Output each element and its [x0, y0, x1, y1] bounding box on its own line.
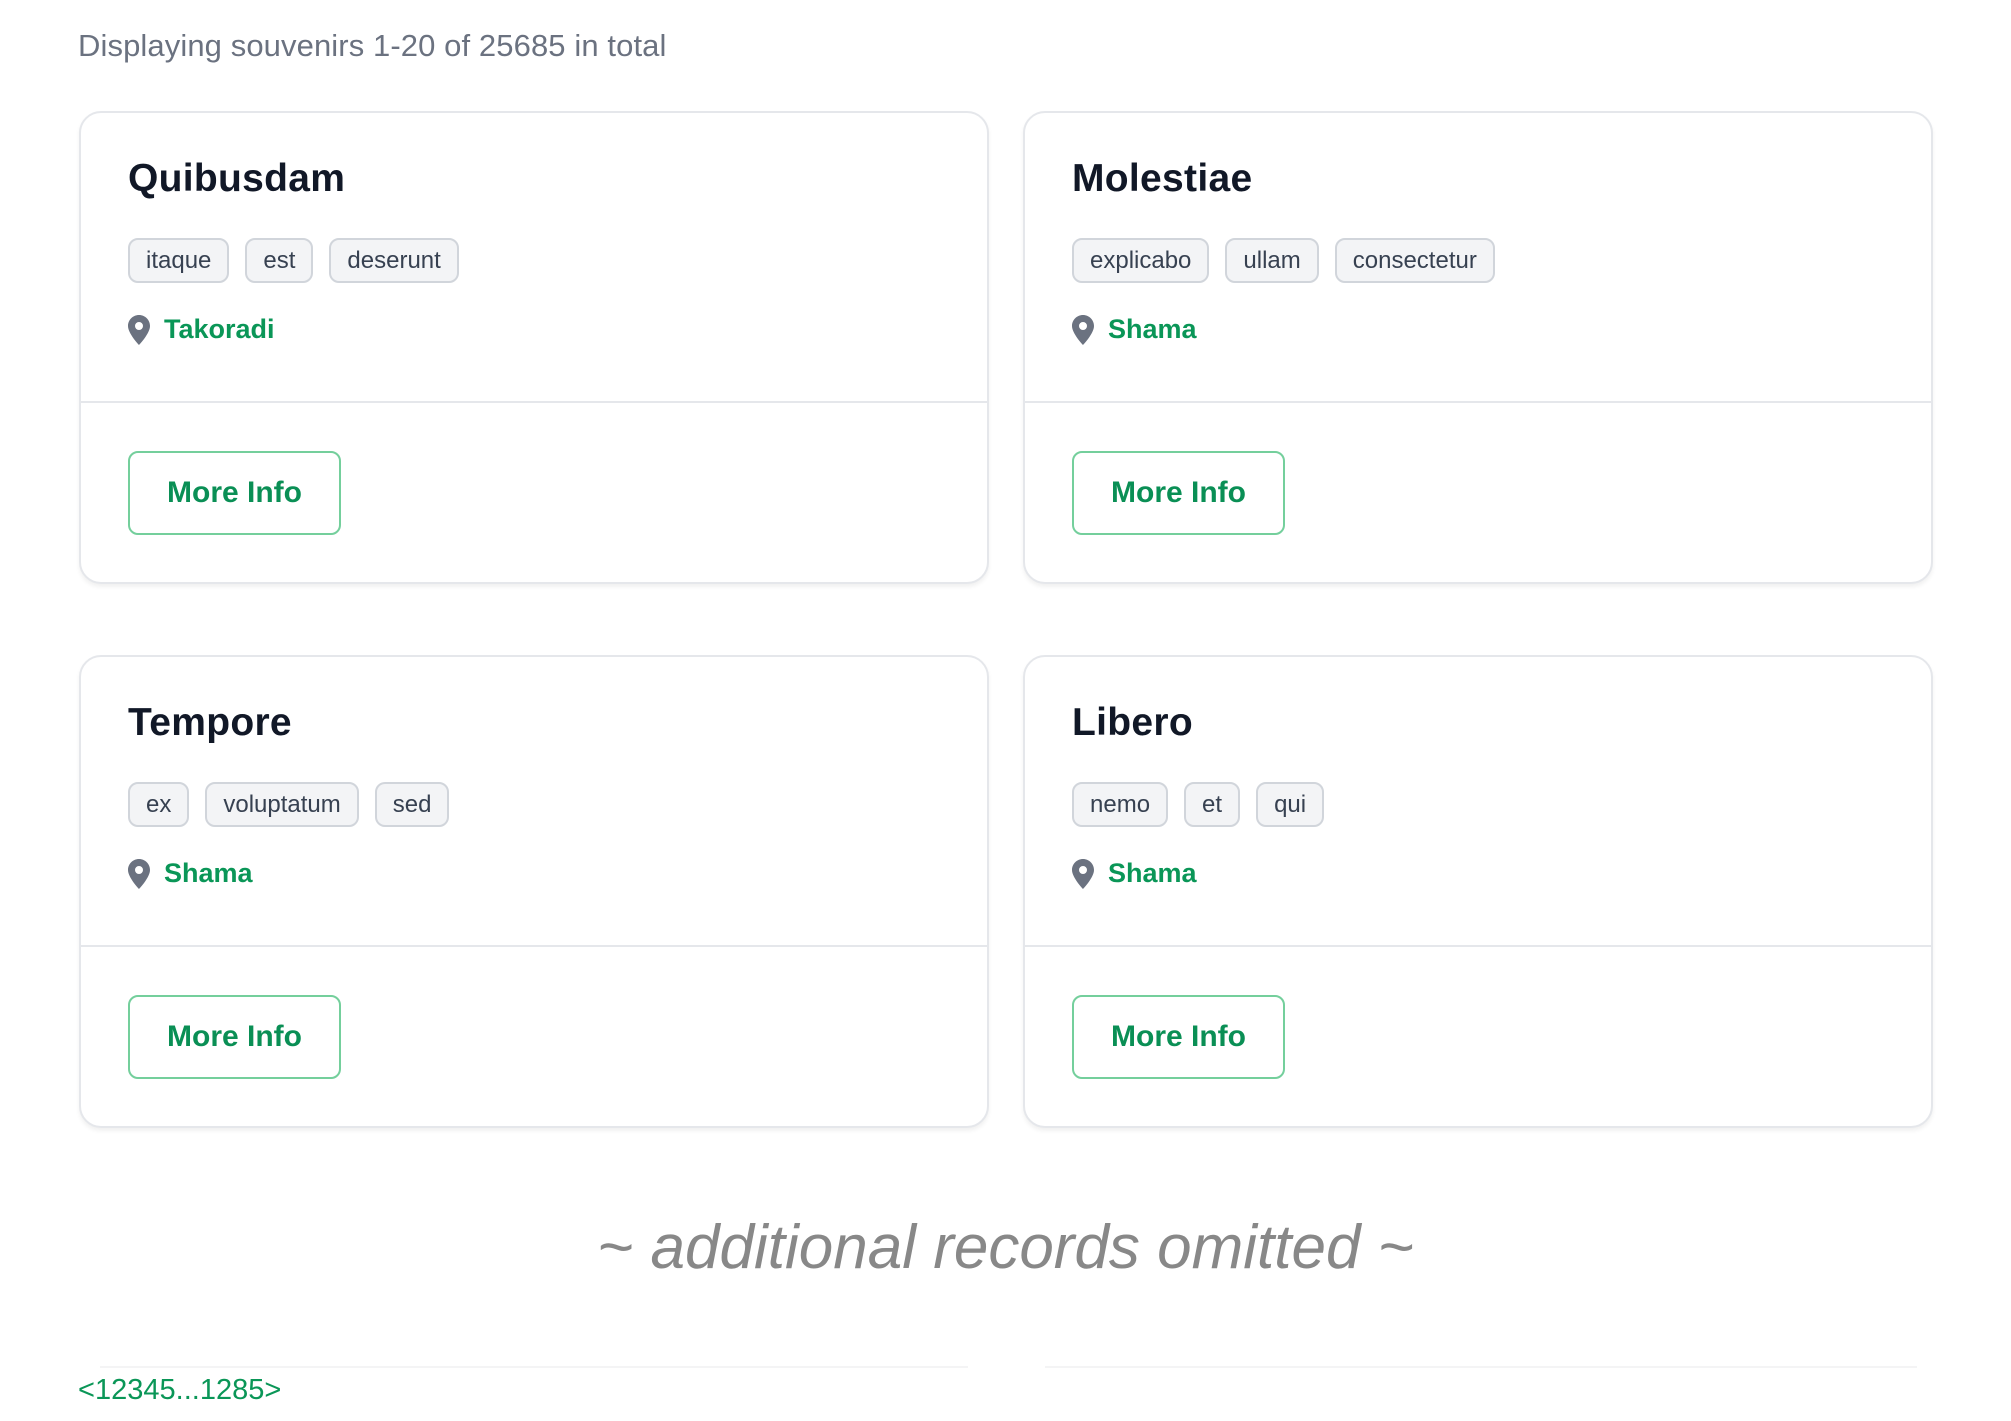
pagination: < 1 2 3 4 5 ... 1285 > [78, 1374, 281, 1407]
map-pin-icon [128, 858, 150, 889]
souvenir-card: Molestiae explicabo ullam consectetur Sh… [1023, 111, 1933, 584]
location-name: Shama [1108, 858, 1197, 888]
tag-list: ex voluptatum sed [128, 782, 450, 827]
card-divider [1025, 945, 1931, 947]
souvenir-card: Tempore ex voluptatum sed Shama More Inf… [79, 655, 989, 1128]
omitted-records-notice: ~ additional records omitted ~ [597, 1213, 1414, 1282]
tag: et [1184, 782, 1241, 827]
map-pin-icon [1072, 858, 1094, 889]
card-title: Tempore [128, 701, 292, 744]
tag: sed [374, 782, 450, 827]
more-info-button[interactable]: More Info [128, 995, 341, 1079]
more-info-button[interactable]: More Info [1072, 451, 1285, 535]
tag: itaque [128, 238, 230, 283]
pagination-page-5[interactable]: 5 [160, 1374, 176, 1407]
tag-list: explicabo ullam consectetur [1072, 238, 1495, 283]
pagination-page-last[interactable]: 1285 [200, 1374, 265, 1407]
truncated-card-edge [100, 1366, 968, 1368]
location: Shama [1072, 314, 1197, 345]
card-title: Molestiae [1072, 157, 1253, 200]
tag: ex [128, 782, 190, 827]
location: Shama [128, 858, 253, 889]
tag-list: itaque est deserunt [128, 238, 459, 283]
souvenir-card: Libero nemo et qui Shama More Info [1023, 655, 1933, 1128]
tag: voluptatum [205, 782, 359, 827]
card-divider [81, 945, 987, 947]
map-pin-icon [1072, 314, 1094, 345]
card-divider [1025, 401, 1931, 403]
location-name: Shama [1108, 314, 1197, 344]
pagination-page-2[interactable]: 2 [111, 1374, 127, 1407]
pagination-ellipsis: ... [175, 1374, 200, 1406]
card-divider [81, 401, 987, 403]
card-title: Libero [1072, 701, 1193, 744]
card-title: Quibusdam [128, 157, 346, 200]
tag: qui [1256, 782, 1325, 827]
location: Shama [1072, 858, 1197, 889]
truncated-card-edge [1045, 1366, 1917, 1368]
souvenir-card: Quibusdam itaque est deserunt Takoradi M… [79, 111, 989, 584]
pagination-page-4[interactable]: 4 [143, 1374, 159, 1407]
pagination-next[interactable]: > [264, 1374, 281, 1407]
pagination-page-1[interactable]: 1 [95, 1374, 111, 1407]
results-summary: Displaying souvenirs 1-20 of 25685 in to… [78, 28, 667, 63]
map-pin-icon [128, 314, 150, 345]
souvenir-grid: Quibusdam itaque est deserunt Takoradi M… [79, 111, 1933, 1128]
location-name: Shama [164, 858, 253, 888]
pagination-prev[interactable]: < [78, 1374, 95, 1407]
tag: deserunt [329, 238, 459, 283]
location-name: Takoradi [164, 314, 275, 344]
tag-list: nemo et qui [1072, 782, 1325, 827]
pagination-page-3[interactable]: 3 [127, 1374, 143, 1407]
tag: est [245, 238, 314, 283]
tag: explicabo [1072, 238, 1210, 283]
more-info-button[interactable]: More Info [128, 451, 341, 535]
tag: consectetur [1334, 238, 1495, 283]
location: Takoradi [128, 314, 275, 345]
tag: nemo [1072, 782, 1169, 827]
more-info-button[interactable]: More Info [1072, 995, 1285, 1079]
tag: ullam [1225, 238, 1319, 283]
